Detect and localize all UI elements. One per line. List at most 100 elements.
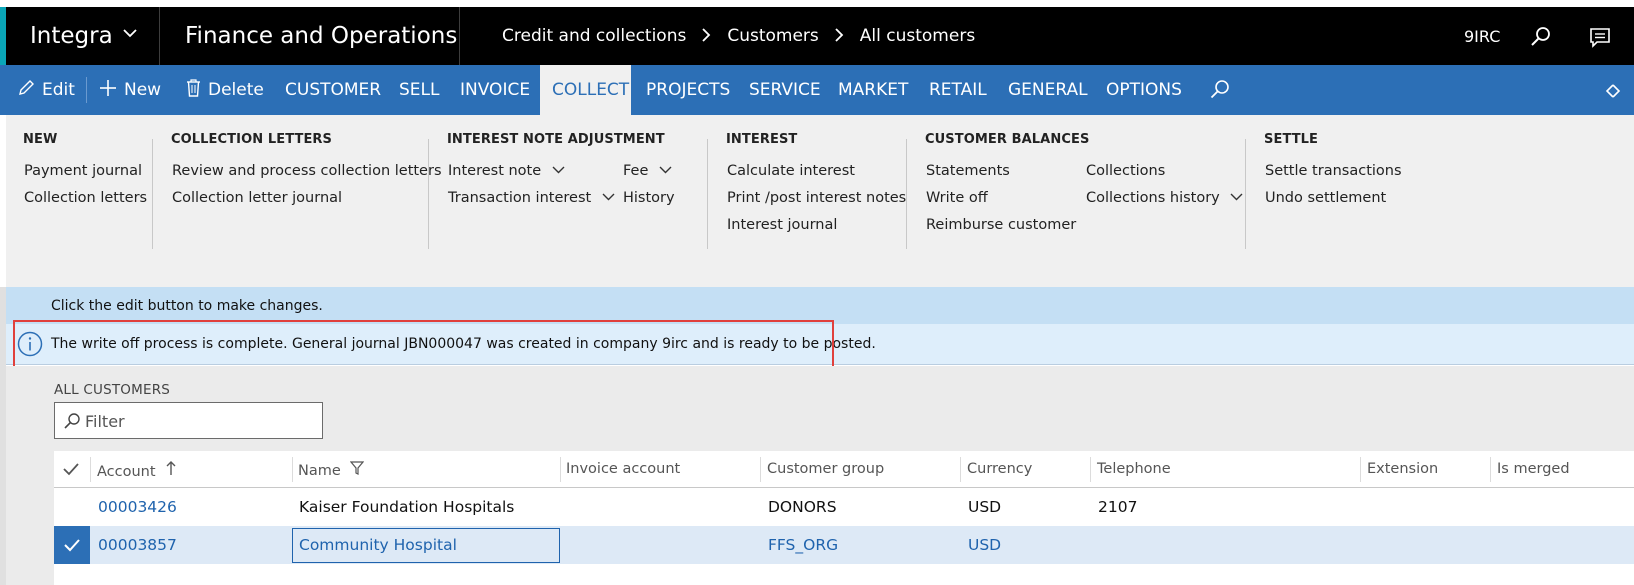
- company-code[interactable]: 9IRC: [1464, 7, 1500, 65]
- print-post-interest-notes-button[interactable]: Print /post interest notes: [727, 190, 906, 206]
- filter-input[interactable]: [85, 410, 310, 432]
- cell-customer-group[interactable]: FFS_ORG: [768, 536, 838, 554]
- divider: [86, 77, 87, 103]
- column-header-currency[interactable]: Currency: [967, 461, 1032, 477]
- group-title-collection-letters: COLLECTION LETTERS: [171, 132, 332, 147]
- payment-journal-button[interactable]: Payment journal: [24, 163, 142, 179]
- edit-hint-bar: Click the edit button to make changes.: [6, 287, 1634, 324]
- search-icon: [63, 412, 81, 430]
- reimburse-customer-button[interactable]: Reimburse customer: [926, 217, 1076, 233]
- collections-history-dropdown[interactable]: Collections history: [1086, 190, 1243, 206]
- row-select-checkbox[interactable]: [54, 526, 90, 564]
- column-divider: [960, 457, 961, 482]
- tab-service[interactable]: SERVICE: [749, 65, 821, 115]
- collection-letters-button[interactable]: Collection letters: [24, 190, 147, 206]
- tab-customer[interactable]: CUSTOMER: [285, 65, 381, 115]
- chevron-right-icon: [835, 26, 844, 47]
- highlight-box: [13, 320, 834, 370]
- collections-history-label: Collections history: [1086, 190, 1220, 206]
- column-header-account[interactable]: Account: [97, 461, 176, 480]
- column-header-telephone[interactable]: Telephone: [1097, 461, 1171, 477]
- write-off-button[interactable]: Write off: [926, 190, 988, 206]
- divider: [1245, 139, 1246, 249]
- cell-telephone: 2107: [1098, 498, 1138, 516]
- tab-options[interactable]: OPTIONS: [1106, 65, 1182, 115]
- delete-button[interactable]: Delete: [186, 65, 264, 115]
- fee-dropdown[interactable]: Fee: [623, 163, 672, 179]
- search-icon[interactable]: [1210, 79, 1230, 99]
- filter-box[interactable]: [54, 402, 323, 439]
- history-button[interactable]: History: [623, 190, 675, 206]
- message-icon[interactable]: [1589, 27, 1611, 49]
- column-header-name[interactable]: Name: [298, 461, 365, 479]
- chevron-down-icon: [602, 191, 615, 204]
- cell-name: Kaiser Foundation Hospitals: [299, 498, 515, 516]
- tab-general[interactable]: GENERAL: [1008, 65, 1088, 115]
- collection-letter-journal-button[interactable]: Collection letter journal: [172, 190, 342, 206]
- cell-account[interactable]: 00003426: [98, 498, 177, 516]
- chevron-down-icon: [659, 164, 672, 177]
- breadcrumb-customers[interactable]: Customers: [727, 26, 818, 46]
- tab-projects[interactable]: PROJECTS: [646, 65, 730, 115]
- divider: [428, 139, 429, 249]
- settle-transactions-button[interactable]: Settle transactions: [1265, 163, 1402, 179]
- interest-journal-button[interactable]: Interest journal: [727, 217, 837, 233]
- column-divider: [1490, 457, 1491, 482]
- fee-label: Fee: [623, 163, 649, 179]
- group-title-customer-balances: CUSTOMER BALANCES: [925, 132, 1090, 147]
- column-divider: [1360, 457, 1361, 482]
- column-header-customer-group[interactable]: Customer group: [767, 461, 884, 477]
- edit-button[interactable]: Edit: [18, 65, 75, 115]
- delete-label: Delete: [208, 80, 264, 100]
- tab-collect-label: COLLECT: [552, 80, 630, 100]
- chevron-down-icon: [552, 164, 565, 177]
- collapse-icon[interactable]: [1604, 82, 1622, 100]
- table-row-selected[interactable]: 00003857 Community Hospital FFS_ORG USD: [54, 526, 1634, 564]
- column-header-invoice-account[interactable]: Invoice account: [566, 461, 680, 477]
- divider: [159, 7, 160, 65]
- filter-icon: [350, 461, 365, 479]
- tab-collect[interactable]: COLLECT: [540, 65, 631, 115]
- cell-currency[interactable]: USD: [968, 536, 1001, 554]
- tab-invoice[interactable]: INVOICE: [460, 65, 530, 115]
- review-collection-letters-button[interactable]: Review and process collection letters: [172, 163, 442, 179]
- transaction-interest-dropdown[interactable]: Transaction interest: [448, 190, 615, 206]
- column-divider: [560, 457, 561, 482]
- calculate-interest-button[interactable]: Calculate interest: [727, 163, 855, 179]
- plus-icon: [99, 79, 117, 102]
- select-all-checkbox[interactable]: [62, 460, 80, 478]
- company-picker[interactable]: Integra: [30, 7, 137, 65]
- column-header-is-merged[interactable]: Is merged: [1497, 461, 1570, 477]
- cell-name[interactable]: Community Hospital: [299, 536, 457, 554]
- undo-settlement-button[interactable]: Undo settlement: [1265, 190, 1386, 206]
- interest-note-dropdown[interactable]: Interest note: [448, 163, 565, 179]
- column-header-extension[interactable]: Extension: [1367, 461, 1438, 477]
- edit-hint-text: Click the edit button to make changes.: [51, 298, 323, 314]
- column-divider: [760, 457, 761, 482]
- group-title-settle: SETTLE: [1264, 132, 1319, 147]
- sort-ascending-icon: [166, 461, 176, 480]
- table-row[interactable]: 00003426 Kaiser Foundation Hospitals DON…: [54, 488, 1634, 526]
- tab-sell[interactable]: SELL: [399, 65, 439, 115]
- group-title-interest-note-adjustment: INTEREST NOTE ADJUSTMENT: [447, 132, 665, 147]
- grid-header: Account Name Invoice account Customer gr…: [54, 451, 1634, 488]
- chevron-down-icon: [123, 26, 137, 42]
- tab-retail[interactable]: RETAIL: [929, 65, 987, 115]
- company-name: Integra: [30, 23, 113, 49]
- chevron-down-icon: [1230, 191, 1243, 204]
- new-button[interactable]: New: [99, 65, 161, 115]
- cell-customer-group: DONORS: [768, 498, 837, 516]
- cell-account[interactable]: 00003857: [98, 536, 177, 554]
- collections-button[interactable]: Collections: [1086, 163, 1165, 179]
- breadcrumb-credit-and-collections[interactable]: Credit and collections: [502, 26, 686, 46]
- trash-icon: [186, 78, 201, 102]
- tab-market[interactable]: MARKET: [838, 65, 908, 115]
- statements-button[interactable]: Statements: [926, 163, 1010, 179]
- breadcrumb-all-customers[interactable]: All customers: [860, 26, 975, 46]
- cell-currency: USD: [968, 498, 1002, 516]
- group-title-new: NEW: [23, 132, 58, 147]
- page-title: ALL CUSTOMERS: [54, 382, 171, 398]
- search-icon[interactable]: [1530, 26, 1552, 48]
- interest-note-label: Interest note: [448, 163, 542, 179]
- edit-label: Edit: [42, 80, 75, 100]
